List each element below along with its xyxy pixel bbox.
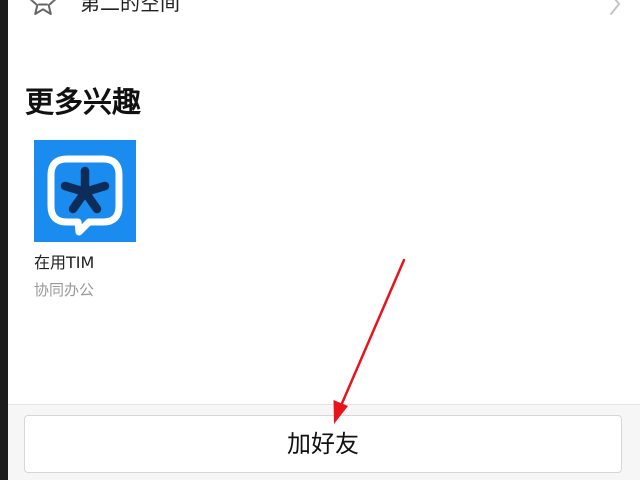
chevron-right-icon <box>610 0 620 15</box>
space-row-label: 第二的空间 <box>80 0 180 15</box>
interests-title: 更多兴趣 <box>25 85 142 119</box>
tim-logo-graphic <box>47 155 123 236</box>
interest-item-name: 在用TIM <box>34 253 95 272</box>
interest-item-description: 协同办公 <box>34 281 95 299</box>
space-row[interactable]: 第二的空间 <box>8 0 640 28</box>
interest-item-tim[interactable]: 在用TIM 协同办公 <box>32 140 152 310</box>
tim-app-icon[interactable] <box>34 140 136 242</box>
add-friend-button[interactable]: 加好友 <box>24 415 622 473</box>
bottom-action-bar: 加好友 <box>8 404 640 480</box>
profile-screen: 第二的空间 更多兴趣 在用TIM 协同办公 加好友 <box>8 0 640 480</box>
star-icon <box>29 0 57 15</box>
